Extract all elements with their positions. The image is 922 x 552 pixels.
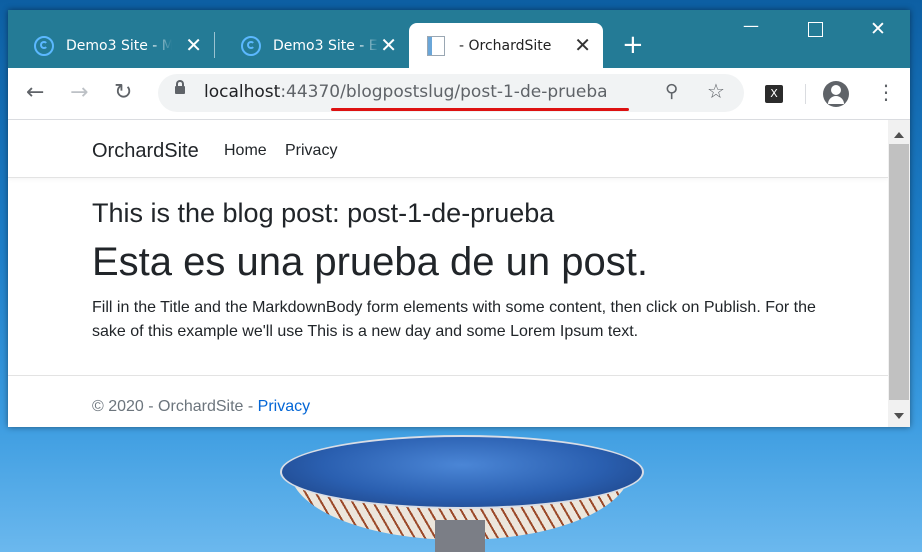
scroll-down-arrow-icon[interactable] <box>894 413 904 419</box>
page-viewport: OrchardSite Home Privacy This is the blo… <box>8 120 888 427</box>
vertical-scrollbar[interactable] <box>888 120 910 427</box>
nav-privacy-link[interactable]: Privacy <box>285 142 337 160</box>
close-tab-icon[interactable]: ✕ <box>380 35 397 55</box>
title-bar: Demo3 Site - M ✕ Demo3 Site - Ec ✕ - Orc… <box>8 10 910 68</box>
scrollbar-thumb[interactable] <box>889 144 909 400</box>
scroll-up-arrow-icon[interactable] <box>894 132 904 138</box>
toolbar-divider <box>805 84 806 104</box>
orchard-favicon-icon <box>241 35 261 56</box>
site-navbar: OrchardSite Home Privacy <box>8 120 888 178</box>
close-tab-icon[interactable]: ✕ <box>185 35 202 55</box>
url-path: :44370/blogpostslug/post-1-de-prueba <box>280 82 608 102</box>
tab-title: Demo3 Site - Ec <box>273 37 379 54</box>
browser-window: Demo3 Site - M ✕ Demo3 Site - Ec ✕ - Orc… <box>8 10 910 427</box>
blog-post-body: Fill in the Title and the MarkdownBody f… <box>92 299 816 340</box>
tab-demo3-site-1[interactable]: Demo3 Site - M ✕ <box>8 23 214 68</box>
tab-title: Demo3 Site - M <box>66 37 172 54</box>
browser-toolbar: ← → ↻ localhost:44370/blogpostslug/post-… <box>8 68 910 120</box>
kebab-menu-icon[interactable]: ⋮ <box>876 82 896 102</box>
lock-icon[interactable] <box>175 80 185 94</box>
blog-post-title: Esta es una prueba de un post. <box>92 240 648 284</box>
site-footer: © 2020 - OrchardSite - Privacy <box>8 375 888 427</box>
footer-copyright: © 2020 - OrchardSite - <box>92 398 258 415</box>
footer-text: © 2020 - OrchardSite - Privacy <box>92 398 310 416</box>
minimize-icon[interactable]: — <box>743 16 759 35</box>
zoom-icon[interactable]: ⚲ <box>665 81 678 102</box>
document-favicon-icon <box>427 35 445 56</box>
blog-post-subheading: This is the blog post: post-1-de-prueba <box>92 198 555 228</box>
address-bar[interactable]: localhost:44370/blogpostslug/post-1-de-p… <box>158 74 744 112</box>
orchard-favicon-icon <box>34 35 54 56</box>
profile-avatar-icon[interactable] <box>823 81 849 107</box>
tab-orchardsite[interactable]: - OrchardSite ✕ <box>409 23 603 68</box>
forward-arrow-icon[interactable]: → <box>70 78 88 108</box>
tab-title: - OrchardSite <box>459 37 552 54</box>
url-underline-annotation <box>331 108 629 111</box>
back-arrow-icon[interactable]: ← <box>26 78 44 108</box>
bookmark-star-icon[interactable]: ☆ <box>707 79 725 103</box>
close-tab-icon[interactable]: ✕ <box>574 35 591 55</box>
maximize-icon[interactable] <box>808 22 823 37</box>
tab-demo3-site-2[interactable]: Demo3 Site - Ec ✕ <box>215 23 409 68</box>
antenna-dish <box>280 435 644 509</box>
nav-home-link[interactable]: Home <box>224 142 267 160</box>
desktop-background-antenna <box>250 425 670 552</box>
close-window-icon[interactable]: ✕ <box>870 18 886 40</box>
extension-icon[interactable]: X <box>765 85 783 103</box>
new-tab-button[interactable]: + <box>622 30 644 60</box>
site-brand-link[interactable]: OrchardSite <box>92 140 199 163</box>
reload-icon[interactable]: ↻ <box>114 78 132 108</box>
url-text[interactable]: localhost:44370/blogpostslug/post-1-de-p… <box>204 82 608 102</box>
url-host: localhost <box>204 82 281 102</box>
antenna-stand <box>435 520 485 552</box>
footer-privacy-link[interactable]: Privacy <box>258 398 310 415</box>
